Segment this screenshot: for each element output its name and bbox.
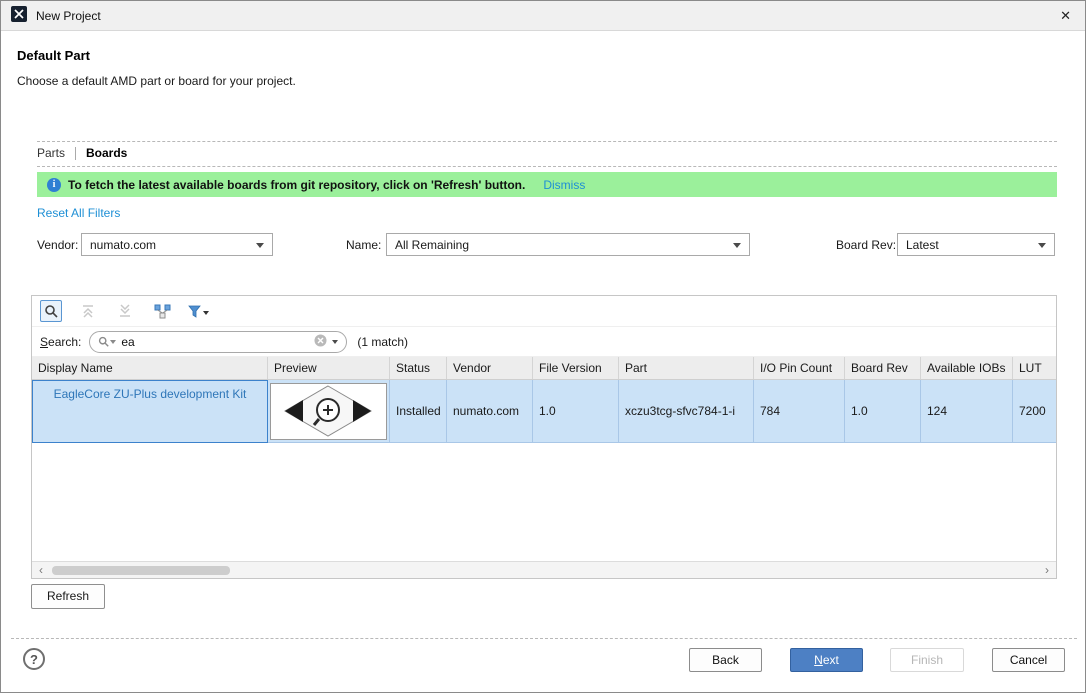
- name-select[interactable]: All Remaining: [386, 233, 750, 256]
- banner-message: To fetch the latest available boards fro…: [68, 178, 525, 192]
- search-text-field[interactable]: [121, 335, 314, 349]
- match-count: (1 match): [357, 335, 408, 349]
- info-icon: i: [47, 178, 61, 192]
- window-title: New Project: [36, 9, 101, 23]
- search-icon: [44, 304, 58, 318]
- close-icon[interactable]: ✕: [1060, 9, 1071, 22]
- back-button[interactable]: Back: [689, 648, 762, 672]
- column-header-preview[interactable]: Preview: [268, 357, 390, 379]
- board-rev-select[interactable]: Latest: [897, 233, 1055, 256]
- divider-footer: [11, 638, 1077, 639]
- expand-all-icon: [118, 304, 132, 318]
- column-header-display-name[interactable]: Display Name: [32, 357, 268, 379]
- cell-part: xczu3tcg-sfvc784-1-i: [619, 380, 754, 443]
- filter-button[interactable]: [188, 305, 209, 318]
- cell-io-pin-count: 784: [754, 380, 845, 443]
- cell-display-name: EagleCore ZU-Plus development Kit: [32, 380, 268, 443]
- board-rev-label: Board Rev:: [836, 238, 896, 252]
- table-toolbar: [32, 296, 1056, 327]
- column-header-file-version[interactable]: File Version: [533, 357, 619, 379]
- title-bar: New Project ✕: [1, 1, 1085, 31]
- next-button[interactable]: Next: [790, 648, 863, 672]
- search-toggle-button[interactable]: [40, 300, 62, 322]
- search-options-chevron-icon[interactable]: [110, 340, 116, 344]
- chevron-down-icon: [203, 311, 209, 315]
- column-header-io-pin-count[interactable]: I/O Pin Count: [754, 357, 845, 379]
- info-banner: i To fetch the latest available boards f…: [37, 172, 1057, 197]
- group-by-button[interactable]: [151, 300, 173, 322]
- boards-table-panel: Search: (1 match) Display Name Preview S…: [31, 295, 1057, 579]
- column-header-status[interactable]: Status: [390, 357, 447, 379]
- chevron-down-icon: [256, 243, 264, 248]
- group-by-icon: [154, 304, 171, 319]
- expand-all-button[interactable]: [114, 300, 136, 322]
- horizontal-scrollbar[interactable]: ‹ ›: [32, 561, 1056, 578]
- search-row: Search: (1 match): [32, 327, 1056, 357]
- tab-bar: Parts Boards: [37, 146, 127, 160]
- column-header-part[interactable]: Part: [619, 357, 754, 379]
- reset-all-filters-link[interactable]: Reset All Filters: [37, 206, 120, 220]
- page-title: Default Part: [17, 48, 90, 63]
- search-icon: [98, 336, 109, 347]
- cell-available-iobs: 124: [921, 380, 1013, 443]
- tab-separator: [75, 147, 76, 160]
- divider-top: [37, 141, 1057, 142]
- help-button[interactable]: ?: [23, 648, 45, 670]
- filter-funnel-icon: [188, 305, 201, 318]
- cell-status: Installed: [390, 380, 447, 443]
- collapse-all-button[interactable]: [77, 300, 99, 322]
- column-header-lut[interactable]: LUT: [1013, 357, 1057, 379]
- cancel-button[interactable]: Cancel: [992, 648, 1065, 672]
- collapse-all-icon: [81, 304, 95, 318]
- name-value: All Remaining: [395, 238, 469, 252]
- tab-boards[interactable]: Boards: [86, 146, 127, 160]
- column-header-board-rev[interactable]: Board Rev: [845, 357, 921, 379]
- vivado-app-icon: [11, 6, 27, 25]
- vendor-label: Vendor:: [37, 238, 78, 252]
- chevron-down-icon: [733, 243, 741, 248]
- new-project-dialog: New Project ✕ Default Part Choose a defa…: [0, 0, 1086, 693]
- column-header-available-iobs[interactable]: Available IOBs: [921, 357, 1013, 379]
- chevron-down-icon: [1038, 243, 1046, 248]
- cell-lut: 7200: [1013, 380, 1057, 443]
- table-header-row: Display Name Preview Status Vendor File …: [32, 357, 1056, 380]
- name-label: Name:: [346, 238, 381, 252]
- clear-icon: [314, 334, 327, 347]
- board-preview-thumbnail: [270, 383, 387, 440]
- cell-preview: [268, 380, 390, 443]
- dismiss-link[interactable]: Dismiss: [543, 178, 585, 192]
- vendor-select[interactable]: numato.com: [81, 233, 273, 256]
- finish-button[interactable]: Finish: [890, 648, 964, 672]
- table-row[interactable]: EagleCore ZU-Plus development Kit Instal…: [32, 380, 1056, 443]
- divider-tabs: [37, 166, 1057, 167]
- cell-board-rev: 1.0: [845, 380, 921, 443]
- column-header-vendor[interactable]: Vendor: [447, 357, 533, 379]
- table-empty-area: [32, 443, 1056, 561]
- vendor-value: numato.com: [90, 238, 156, 252]
- board-rev-value: Latest: [906, 238, 939, 252]
- scroll-right-arrow-icon[interactable]: ›: [1040, 563, 1054, 577]
- tab-parts[interactable]: Parts: [37, 146, 65, 160]
- scrollbar-thumb[interactable]: [52, 566, 230, 575]
- search-input[interactable]: [89, 331, 347, 353]
- board-zoom-preview-icon: [272, 384, 385, 438]
- page-subtitle: Choose a default AMD part or board for y…: [17, 74, 296, 88]
- search-label: Search:: [40, 335, 81, 349]
- search-history-chevron-icon[interactable]: [332, 340, 338, 344]
- cell-file-version: 1.0: [533, 380, 619, 443]
- cell-vendor: numato.com: [447, 380, 533, 443]
- scroll-left-arrow-icon[interactable]: ‹: [34, 563, 48, 577]
- refresh-button[interactable]: Refresh: [31, 584, 105, 609]
- clear-search-button[interactable]: [314, 334, 327, 350]
